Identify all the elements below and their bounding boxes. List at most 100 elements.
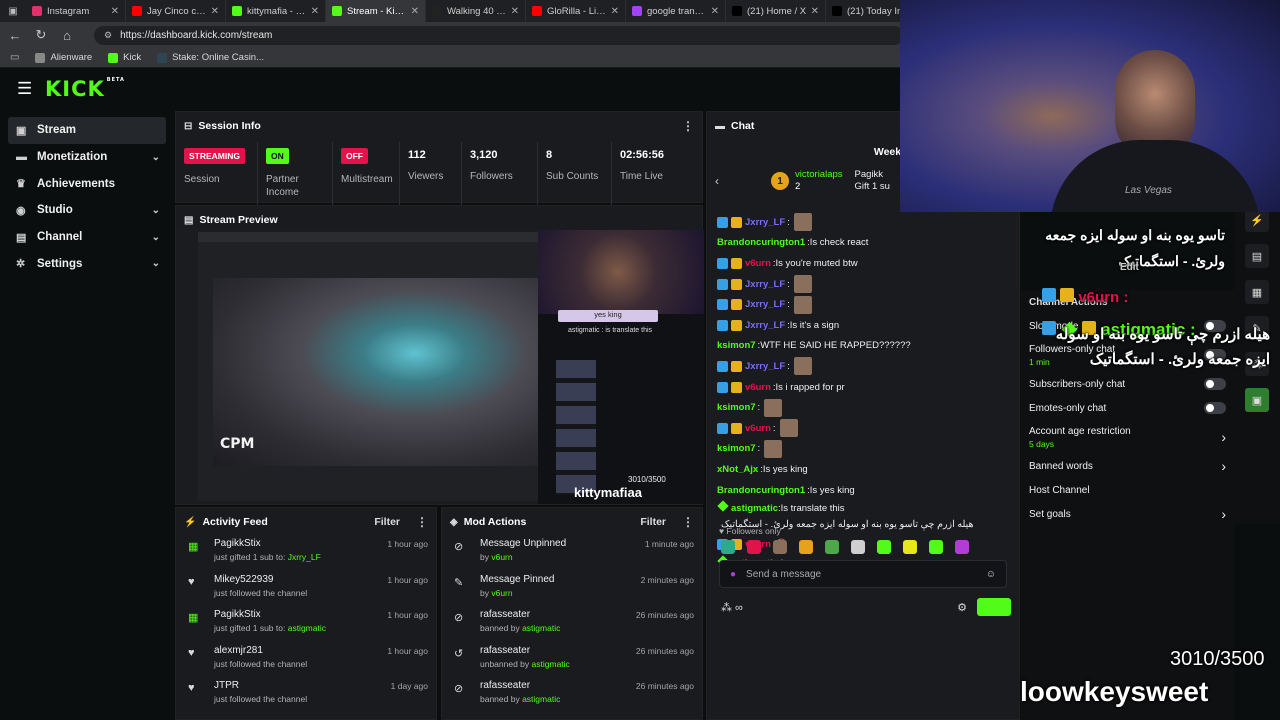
more-options-icon[interactable]: ⋮ [682, 119, 694, 133]
bookmark-item[interactable]: Stake: Online Casin... [157, 52, 264, 63]
chevron-right-icon[interactable]: › [1221, 458, 1226, 474]
activity-user[interactable]: PagikkStix [214, 609, 387, 620]
tab-close-icon[interactable]: ✕ [211, 6, 219, 17]
activity-user[interactable]: Mikey522939 [214, 574, 387, 585]
chat-username[interactable]: Brandoncurington1 [717, 485, 805, 496]
browser-tab[interactable]: Stream - Kick Da ✕ [326, 0, 426, 22]
clipboard-icon[interactable]: ▦ [1245, 280, 1269, 304]
mod-action-user[interactable]: astigmatic [522, 694, 560, 704]
tab-close-icon[interactable]: ✕ [311, 6, 319, 17]
toggle-switch[interactable] [1204, 378, 1226, 390]
sidebar-item-studio[interactable]: ◉ Studio ⌄ [8, 197, 166, 224]
document-icon[interactable]: ▤ [1245, 244, 1269, 268]
activity-filter-button[interactable]: Filter [374, 516, 400, 528]
mod-action-title[interactable]: Message Unpinned [480, 538, 645, 549]
mod-action-user[interactable]: v6urn [491, 552, 512, 562]
chat-username[interactable]: Jxrry_LF [745, 279, 785, 290]
tab-close-icon[interactable]: ✕ [511, 6, 519, 17]
mod-action-user[interactable]: v6urn [491, 588, 512, 598]
stream-preview-video[interactable]: CPM yes king astigmatic : is translate t… [176, 230, 704, 504]
emote-icon[interactable] [747, 540, 761, 554]
chat-username[interactable]: v6urn [745, 423, 771, 434]
gifter2-name[interactable]: Pagikk [855, 169, 884, 180]
browser-tab[interactable]: Instagram ✕ [26, 0, 126, 22]
chat-message[interactable]: ksimon7: [717, 439, 1017, 460]
mod-action-user[interactable]: astigmatic [522, 623, 560, 633]
more-options-icon[interactable]: ⋮ [682, 515, 694, 529]
emote-icon[interactable] [721, 540, 735, 554]
emote-icon[interactable] [929, 540, 943, 554]
emote-icon[interactable] [825, 540, 839, 554]
mod-action-title[interactable]: rafasseater [480, 680, 636, 691]
chevron-down-icon[interactable]: ⌄ [152, 258, 160, 269]
gifter-name[interactable]: victorialaps [795, 169, 843, 180]
activity-user[interactable]: PagikkStix [214, 538, 387, 549]
mod-filter-button[interactable]: Filter [640, 516, 666, 528]
bookmark-item[interactable]: Kick [108, 52, 141, 63]
chat-username[interactable]: Brandoncurington1 [717, 237, 805, 248]
chat-username[interactable]: Jxrry_LF [745, 361, 785, 372]
channel-action-set-goals[interactable]: Set goals › [1021, 502, 1234, 526]
chat-username[interactable]: Jxrry_LF [745, 217, 785, 228]
browser-tab[interactable]: Jay Cinco confro ✕ [126, 0, 226, 22]
chat-message-input[interactable]: ● Send a message ☺ [719, 560, 1007, 588]
mod-action-title[interactable]: Message Pinned [480, 574, 641, 585]
emoji-icon[interactable]: ☺ [986, 569, 996, 580]
channel-action-subscribers-only-chat[interactable]: Subscribers-only chat [1021, 372, 1234, 396]
bookmark-item[interactable]: Alienware [35, 52, 92, 63]
browser-tab[interactable]: kittymafia - Wat ✕ [226, 0, 326, 22]
emote-icon[interactable] [799, 540, 813, 554]
sidebar-item-achievements[interactable]: ♛ Achievements [8, 170, 166, 197]
sidebar-item-settings[interactable]: ✲ Settings ⌄ [8, 250, 166, 277]
channel-action-account-age-restriction[interactable]: Account age restriction 5 days › [1021, 420, 1234, 454]
site-info-icon[interactable]: ⚙ [104, 30, 112, 41]
chat-username[interactable]: ksimon7 [717, 340, 756, 351]
chat-message[interactable]: Jxrry_LF: [717, 212, 1017, 233]
kick-logo[interactable]: KICK BETA [45, 77, 125, 101]
back-icon[interactable]: ← [8, 28, 22, 43]
chat-username[interactable]: Jxrry_LF [745, 320, 785, 331]
chat-username[interactable]: ksimon7 [717, 402, 756, 413]
reload-icon[interactable]: ↻ [34, 27, 48, 43]
chat-message[interactable]: Jxrry_LF: [717, 294, 1017, 315]
chat-message[interactable]: ksimon7: WTF HE SAID HE RAPPED?????? [717, 336, 1017, 357]
chat-message[interactable]: ksimon7: [717, 397, 1017, 418]
chat-username[interactable]: xNot_Ajx [717, 464, 758, 475]
activity-recipient[interactable]: astigmatic [288, 623, 326, 633]
media-icon[interactable]: ▣ [1245, 388, 1269, 412]
chat-users-icon[interactable]: ⁂ ∞ [721, 601, 743, 614]
chat-username[interactable]: v6urn [745, 382, 771, 393]
emote-icon[interactable] [903, 540, 917, 554]
toggle-switch[interactable] [1204, 402, 1226, 414]
emote-icon[interactable] [955, 540, 969, 554]
activity-user[interactable]: alexmjr281 [214, 645, 387, 656]
channel-action-host-channel[interactable]: Host Channel [1021, 478, 1234, 502]
chevron-down-icon[interactable]: ⌄ [152, 232, 160, 243]
tab-close-icon[interactable]: ✕ [611, 6, 619, 17]
chat-settings-icon[interactable]: ⚙ [957, 601, 967, 614]
emote-icon[interactable] [851, 540, 865, 554]
hamburger-menu-icon[interactable]: ☰ [17, 79, 37, 99]
tab-close-icon[interactable]: ✕ [711, 6, 719, 17]
emote-icon[interactable] [773, 540, 787, 554]
chat-username[interactable]: v6urn [745, 258, 771, 269]
tab-close-icon[interactable]: ✕ [111, 6, 119, 17]
emote-icon[interactable] [877, 540, 891, 554]
chat-message[interactable]: Brandoncurington1: Is yes king [717, 480, 1017, 501]
bookmarks-list-icon[interactable]: ▭ [10, 52, 19, 63]
more-options-icon[interactable]: ⋮ [416, 515, 428, 529]
home-icon[interactable]: ⌂ [60, 28, 74, 43]
channel-action-banned-words[interactable]: Banned words › [1021, 454, 1234, 478]
chevron-right-icon[interactable]: › [1221, 429, 1226, 445]
mod-action-title[interactable]: rafasseater [480, 609, 636, 620]
url-input[interactable]: ⚙ https://dashboard.kick.com/stream [94, 25, 904, 45]
browser-menu-icon[interactable]: ▣ [0, 0, 26, 22]
chat-message[interactable]: xNot_Ajx: Is yes king [717, 459, 1017, 480]
browser-tab[interactable]: (21) Home / X ✕ [726, 0, 826, 22]
chat-message[interactable]: v6urn: [717, 418, 1017, 439]
browser-tab[interactable]: GloRilla - Lick O ✕ [526, 0, 626, 22]
send-button[interactable] [977, 598, 1011, 616]
tab-close-icon[interactable]: ✕ [411, 6, 419, 17]
chat-message[interactable]: Jxrry_LF: [717, 274, 1017, 295]
sidebar-item-channel[interactable]: ▤ Channel ⌄ [8, 224, 166, 251]
